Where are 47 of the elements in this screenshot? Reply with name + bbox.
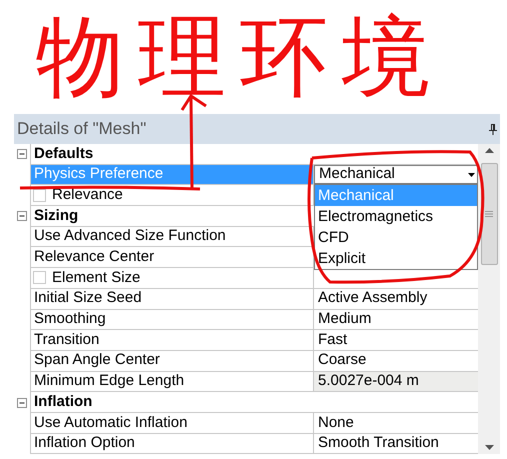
property-cell[interactable]: Inflation Option	[30, 434, 313, 454]
property-value: Smooth Transition	[317, 433, 439, 454]
property-label: Inflation Option	[33, 433, 135, 454]
property-label: Span Angle Center	[33, 350, 160, 370]
property-label: Transition	[33, 330, 100, 350]
property-label: Smoothing	[33, 309, 106, 330]
group-heading: Inflation	[34, 392, 92, 412]
collapse-icon[interactable]	[17, 149, 27, 160]
property-cell[interactable]: Initial Size Seed	[30, 288, 313, 310]
property-label: Relevance	[52, 184, 123, 205]
scroll-up-icon[interactable]	[484, 148, 494, 153]
property-cell[interactable]: Use Automatic Inflation	[30, 412, 313, 434]
group-heading: Defaults	[34, 144, 94, 164]
property-cell[interactable]: Relevance Center	[30, 247, 313, 268]
handwritten-note: 物理环境	[36, 13, 444, 101]
panel-title: Details of "Mesh"	[17, 118, 146, 140]
property-value: Active Assembly	[317, 288, 428, 308]
caret-icon	[468, 172, 475, 177]
group-heading: Sizing	[34, 206, 78, 226]
property-label: Minimum Edge Length	[33, 371, 184, 392]
scroll-down-icon[interactable]	[484, 445, 494, 450]
checkbox[interactable]	[33, 271, 46, 284]
property-cell[interactable]: Smoothing	[30, 310, 313, 330]
collapse-icon[interactable]	[17, 211, 27, 222]
property-label: Physics Preference	[33, 164, 164, 184]
property-value: 5.0027e-004 m	[317, 371, 419, 392]
checkbox[interactable]	[33, 188, 46, 202]
property-label: Relevance Center	[33, 247, 154, 268]
property-cell[interactable]: Element Size	[30, 268, 313, 289]
property-value: None	[317, 412, 354, 433]
property-value: Coarse	[317, 350, 366, 370]
property-cell[interactable]: Span Angle Center	[30, 350, 313, 372]
property-label: Use Automatic Inflation	[33, 412, 188, 433]
property-label: Element Size	[52, 268, 140, 288]
property-label: Use Advanced Size Function	[33, 226, 226, 246]
property-label: Initial Size Seed	[33, 288, 142, 308]
property-cell[interactable]: Relevance	[30, 185, 313, 206]
property-cell[interactable]: Transition	[30, 330, 313, 351]
property-value: Fast	[317, 330, 348, 350]
pin-icon[interactable]	[489, 124, 497, 134]
property-value: Medium	[317, 309, 372, 330]
scroll-thumb[interactable]	[480, 163, 498, 266]
dropdown-field[interactable]: Mechanical	[314, 164, 478, 184]
property-cell[interactable]: Use Advanced Size Function	[30, 226, 313, 248]
scrollbar[interactable]	[478, 144, 500, 454]
property-cell[interactable]: Minimum Edge Length	[30, 372, 313, 392]
collapse-icon[interactable]	[17, 398, 27, 408]
